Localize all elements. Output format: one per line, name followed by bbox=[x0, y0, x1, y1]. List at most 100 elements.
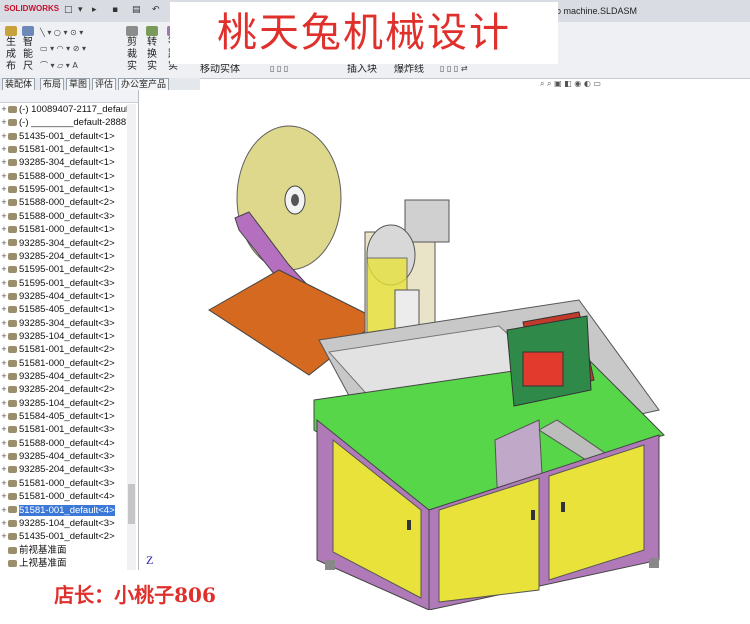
tree-item[interactable]: +51581-001_default<1> bbox=[0, 143, 136, 156]
expand-toggle-icon[interactable]: + bbox=[0, 477, 8, 490]
tree-item[interactable]: 前视基准面 bbox=[0, 544, 136, 557]
expand-toggle-icon[interactable]: + bbox=[0, 383, 8, 396]
tool-trim[interactable]: 剪裁实 bbox=[124, 26, 140, 73]
tree-item[interactable]: +51581-000_default<1> bbox=[0, 223, 136, 236]
expand-toggle-icon[interactable]: + bbox=[0, 423, 8, 436]
expand-toggle-icon[interactable]: + bbox=[0, 170, 8, 183]
explode-line-button[interactable]: 爆炸线 bbox=[394, 64, 424, 76]
tree-item[interactable]: +93285-304_default<3> bbox=[0, 317, 136, 330]
tree-item[interactable]: +93285-404_default<2> bbox=[0, 370, 136, 383]
tree-item[interactable]: +93285-104_default<3> bbox=[0, 517, 136, 530]
graphics-area[interactable] bbox=[139, 90, 750, 611]
tree-item[interactable]: +93285-104_default<2> bbox=[0, 397, 136, 410]
hide-show-icon[interactable]: ◉ bbox=[574, 79, 581, 88]
expand-toggle-icon[interactable]: + bbox=[0, 450, 8, 463]
expand-toggle-icon[interactable]: + bbox=[0, 263, 8, 276]
expand-toggle-icon[interactable]: + bbox=[0, 196, 8, 209]
expand-toggle-icon[interactable]: + bbox=[0, 103, 8, 116]
expand-toggle-icon[interactable]: + bbox=[0, 490, 8, 503]
tab-assembly[interactable]: 装配体 bbox=[2, 78, 36, 90]
expand-toggle-icon[interactable]: + bbox=[0, 437, 8, 450]
expand-toggle-icon[interactable]: + bbox=[0, 156, 8, 169]
tab-office[interactable]: 办公室产品 bbox=[118, 78, 170, 90]
expand-toggle-icon[interactable]: + bbox=[0, 143, 8, 156]
expand-toggle-icon[interactable]: + bbox=[0, 250, 8, 263]
tree-item[interactable]: +51595-001_default<1> bbox=[0, 183, 136, 196]
tree-item[interactable]: +51435-001_default<2> bbox=[0, 530, 136, 543]
tree-item[interactable]: + (-) 10089407-2117_defaul bbox=[0, 103, 136, 116]
expand-toggle-icon[interactable]: + bbox=[0, 357, 8, 370]
tab-evaluate[interactable]: 评估 bbox=[92, 78, 117, 90]
spline-icon[interactable]: ⌒ ▾ ▱ ▾ A bbox=[40, 60, 78, 71]
tool-convert[interactable]: 转换实 bbox=[144, 26, 160, 73]
zoom-fit-icon[interactable]: ⌕ bbox=[540, 79, 544, 88]
tree-item[interactable]: +51588-000_default<1> bbox=[0, 170, 136, 183]
tree-item[interactable]: +93285-404_default<3> bbox=[0, 450, 136, 463]
expand-toggle-icon[interactable]: + bbox=[0, 410, 8, 423]
expand-toggle-icon[interactable]: + bbox=[0, 237, 8, 250]
expand-toggle-icon[interactable]: + bbox=[0, 183, 8, 196]
mirror-icon[interactable]: ▯ ▯ ▯ bbox=[270, 64, 288, 73]
expand-toggle-icon[interactable]: + bbox=[0, 277, 8, 290]
view-settings-icon[interactable]: ▭ bbox=[593, 79, 601, 88]
tree-item[interactable]: +51581-000_default<3> bbox=[0, 477, 136, 490]
display-style-icon[interactable]: ◧ bbox=[564, 79, 572, 88]
tree-item[interactable]: +93285-404_default<1> bbox=[0, 290, 136, 303]
expand-toggle-icon[interactable]: + bbox=[0, 530, 8, 543]
more-tools-icon[interactable]: ▯ ▯ ▯ ⇄ bbox=[440, 64, 468, 73]
new-icon[interactable]: □ bbox=[64, 5, 73, 15]
expand-toggle-icon[interactable]: + bbox=[0, 116, 8, 129]
expand-toggle-icon[interactable]: + bbox=[0, 504, 8, 517]
expand-toggle-icon[interactable]: + bbox=[0, 397, 8, 410]
tree-item[interactable]: 上视基准面 bbox=[0, 557, 136, 570]
expand-toggle-icon[interactable]: + bbox=[0, 290, 8, 303]
tree-scroll-thumb[interactable] bbox=[128, 484, 135, 524]
tree-item[interactable]: +51588-000_default<3> bbox=[0, 210, 136, 223]
tree-item[interactable]: +93285-204_default<1> bbox=[0, 250, 136, 263]
open-icon[interactable]: ▸ bbox=[92, 5, 97, 15]
tree-item[interactable]: +51581-000_default<2> bbox=[0, 357, 136, 370]
print-icon[interactable]: ▤ bbox=[132, 5, 141, 15]
expand-toggle-icon[interactable]: + bbox=[0, 370, 8, 383]
tab-layout[interactable]: 布局 bbox=[40, 78, 65, 90]
tool-smart-dim[interactable]: 智能尺 bbox=[20, 26, 36, 73]
expand-toggle-icon[interactable]: + bbox=[0, 223, 8, 236]
save-icon[interactable]: ▪ bbox=[112, 5, 118, 15]
new-dropdown-icon[interactable]: ▾ bbox=[78, 5, 83, 15]
tree-item[interactable]: + (-) ________default-28887 bbox=[0, 116, 136, 129]
tree-scrollbar[interactable] bbox=[127, 104, 136, 610]
tree-item[interactable]: +51585-405_default<1> bbox=[0, 303, 136, 316]
scene-icon[interactable]: ◐ bbox=[584, 79, 591, 88]
view-orientation-icon[interactable]: ▣ bbox=[554, 79, 562, 88]
expand-toggle-icon[interactable]: + bbox=[0, 343, 8, 356]
undo-icon[interactable]: ↶ bbox=[152, 5, 160, 15]
tool-generate[interactable]: 生成布 bbox=[2, 26, 20, 73]
tree-item[interactable]: +93285-304_default<2> bbox=[0, 237, 136, 250]
tree-item[interactable]: +51595-001_default<2> bbox=[0, 263, 136, 276]
tree-item[interactable]: +51581-001_default<3> bbox=[0, 423, 136, 436]
tree-item[interactable]: +93285-204_default<2> bbox=[0, 383, 136, 396]
move-entity-button[interactable]: 移动实体 bbox=[200, 64, 240, 76]
expand-toggle-icon[interactable]: + bbox=[0, 330, 8, 343]
tree-item[interactable]: +93285-104_default<1> bbox=[0, 330, 136, 343]
expand-toggle-icon[interactable]: + bbox=[0, 317, 8, 330]
tree-item[interactable]: +51581-001_default<4> bbox=[0, 504, 136, 517]
expand-toggle-icon[interactable]: + bbox=[0, 517, 8, 530]
tree-item[interactable]: +51584-405_default<1> bbox=[0, 410, 136, 423]
tree-item[interactable]: +51588-000_default<4> bbox=[0, 437, 136, 450]
tree-item[interactable]: +51588-000_default<2> bbox=[0, 196, 136, 209]
tab-sketch[interactable]: 草图 bbox=[66, 78, 91, 90]
tree-item[interactable]: +51595-001_default<3> bbox=[0, 277, 136, 290]
tree-item[interactable]: +51435-001_default<1> bbox=[0, 130, 136, 143]
zoom-area-icon[interactable]: ⌕ bbox=[547, 79, 551, 88]
rectangle-icon[interactable]: ▭ ▾ ◠ ▾ ⊘ ▾ bbox=[40, 44, 86, 53]
tree-item[interactable]: +93285-204_default<3> bbox=[0, 463, 136, 476]
expand-toggle-icon[interactable]: + bbox=[0, 463, 8, 476]
expand-toggle-icon[interactable]: + bbox=[0, 210, 8, 223]
expand-toggle-icon[interactable]: + bbox=[0, 303, 8, 316]
insert-block-button[interactable]: 插入块 bbox=[347, 64, 377, 76]
tree-item[interactable]: +51581-000_default<4> bbox=[0, 490, 136, 503]
tree-item[interactable]: +93285-304_default<1> bbox=[0, 156, 136, 169]
line-icon[interactable]: ╲ ▾ ○ ▾ ⊙ ▾ bbox=[40, 28, 83, 37]
expand-toggle-icon[interactable]: + bbox=[0, 130, 8, 143]
